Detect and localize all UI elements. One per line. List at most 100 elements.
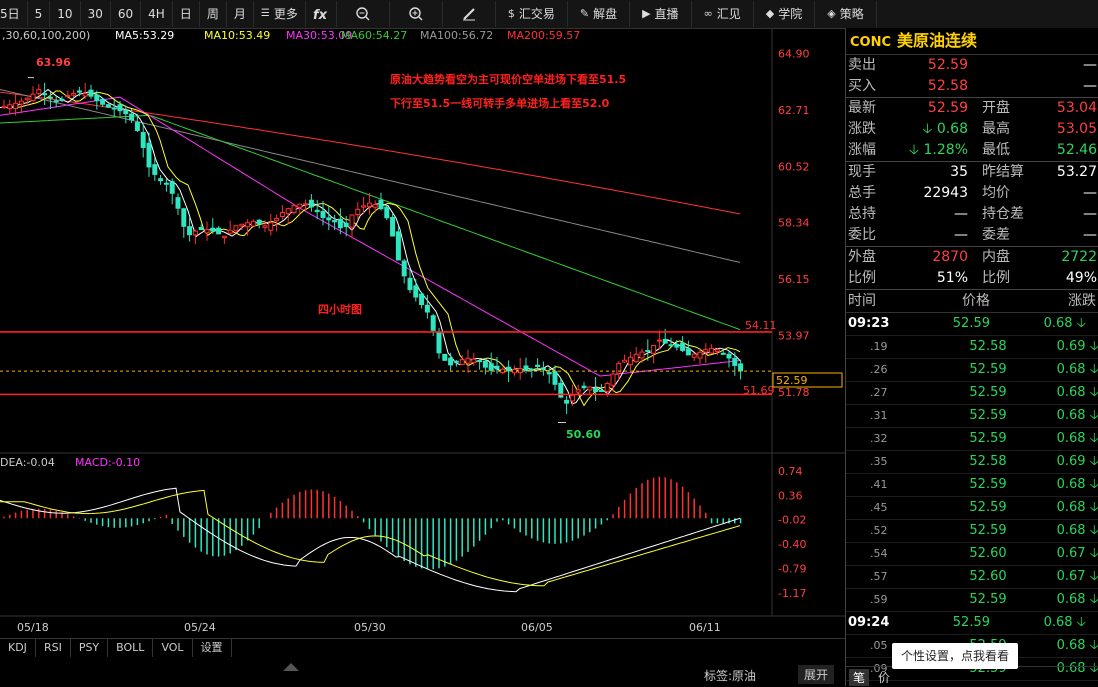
candle-body bbox=[71, 92, 77, 96]
toolbar-10min-button[interactable]: 10 bbox=[50, 1, 81, 27]
ticks-list[interactable]: 09:23 52.59 0.68 🡣 .19 52.58 0.69 🡣 .26 52.59 0.… bbox=[846, 313, 1098, 681]
toolbar-label: 汇见 bbox=[716, 7, 741, 21]
settings-tooltip[interactable]: 个性设置，点我看看 bbox=[892, 643, 1018, 669]
kline-chart[interactable]: 64.90 62.71 60.52 58.34 56.15 53.97 51.78 0.74 0… bbox=[0, 28, 845, 638]
tab-vol[interactable]: VOL bbox=[153, 639, 193, 657]
tick-row: .52 52.59 0.68 🡣 bbox=[846, 520, 1098, 543]
toolbar-30min-button[interactable]: 30 bbox=[81, 1, 111, 27]
quote-value: 22943 bbox=[923, 185, 968, 201]
toolbar-label: 60 bbox=[117, 7, 134, 21]
annotation-line1: 原油大趋势看空为主可现价空单进场下看至51.5 bbox=[390, 72, 626, 86]
down-arrow-icon: 🡣 bbox=[909, 142, 920, 158]
tab-设置[interactable]: 设置 bbox=[193, 639, 232, 657]
toolbar-day-button[interactable]: 日 bbox=[173, 1, 200, 27]
tab-price[interactable]: 价 bbox=[878, 669, 890, 686]
expand-button[interactable]: 展开 bbox=[798, 665, 835, 684]
candle-body bbox=[575, 389, 581, 393]
candle-body bbox=[587, 386, 593, 391]
down-arrow-icon: 🡣 bbox=[1089, 385, 1098, 400]
toolbar-more-button[interactable]: ☰ 更多 bbox=[254, 1, 306, 27]
ticks-header-price: 价格 bbox=[962, 293, 990, 309]
candle-body bbox=[308, 199, 314, 208]
quote-value2: 53.27 bbox=[1056, 164, 1097, 180]
candle-body bbox=[291, 205, 297, 213]
candle-body bbox=[76, 90, 82, 93]
tick-row: .31 52.59 0.68 🡣 bbox=[846, 405, 1098, 428]
annotation-low: 50.60 bbox=[566, 428, 601, 441]
candle-body bbox=[529, 368, 535, 371]
candle-body bbox=[651, 344, 657, 355]
candle-body bbox=[465, 357, 471, 364]
quote-row: 涨幅 🡣 1.28% 最低 52.46 bbox=[846, 140, 1098, 162]
quote-value: — bbox=[954, 227, 968, 243]
candle-body bbox=[598, 389, 604, 392]
candle-body bbox=[262, 225, 268, 228]
quote-key2: 委差 bbox=[982, 227, 1010, 243]
quote-key: 现手 bbox=[848, 164, 876, 180]
down-arrow-icon: 🡣 bbox=[1089, 339, 1098, 354]
candle-body bbox=[413, 285, 419, 298]
toolbar-label: 4H bbox=[148, 7, 165, 21]
toolbar-analysis-button[interactable]: ✎ 解盘 bbox=[568, 1, 631, 27]
toolbar-week-button[interactable]: 周 bbox=[200, 1, 227, 27]
pen-icon[interactable] bbox=[443, 1, 496, 27]
tick-change: 0.69 🡣 bbox=[1056, 454, 1098, 469]
tick-price: 52.59 bbox=[952, 316, 990, 331]
chart-area[interactable]: 64.90 62.71 60.52 58.34 56.15 53.97 51.78 0.74 0… bbox=[0, 28, 845, 678]
tick-row: 09:23 52.59 0.68 🡣 bbox=[846, 313, 1098, 336]
bottom-bar: 标签:原油 展开 bbox=[0, 663, 845, 686]
toolbar-60min-button[interactable]: 60 bbox=[111, 1, 142, 27]
down-arrow-icon: 🡣 bbox=[1089, 569, 1098, 584]
down-arrow-icon: 🡣 bbox=[1076, 615, 1086, 630]
quote-panel: CONC 美原油连续 卖出 52.59 — 买入 52.58 — 最新 52.59 开盘 53.04… bbox=[845, 28, 1098, 686]
trade-icon: $ bbox=[507, 7, 515, 20]
candle-body bbox=[691, 353, 697, 358]
tab-psy[interactable]: PSY bbox=[71, 639, 109, 657]
fx-icon[interactable]: fx bbox=[306, 1, 337, 27]
legend-macd: MACD:-0.10 bbox=[75, 456, 140, 469]
quote-row: 委比 — 委差 — bbox=[846, 225, 1098, 247]
candle-body bbox=[738, 363, 744, 372]
toolbar-live-button[interactable]: ▶ 直播 bbox=[630, 1, 692, 27]
candle-body bbox=[459, 359, 465, 365]
toolbar-strategy-button[interactable]: ◈ 策略 bbox=[815, 1, 877, 27]
tab-ticks[interactable]: 笔 bbox=[849, 669, 870, 686]
quote-row: 外盘 2870 内盘 2722 bbox=[846, 247, 1098, 268]
live-icon: ▶ bbox=[642, 7, 651, 20]
zoom-in-icon[interactable] bbox=[390, 1, 443, 27]
date-tick-label: 05/18 bbox=[17, 621, 49, 634]
tick-row: .54 52.60 0.67 🡣 bbox=[846, 543, 1098, 566]
candle-body bbox=[581, 385, 587, 389]
candle-body bbox=[297, 203, 303, 208]
ticks-tabs: 笔 价 bbox=[846, 666, 1098, 687]
quote-row: 比例 51% 比例 49% bbox=[846, 268, 1098, 289]
tab-rsi[interactable]: RSI bbox=[36, 639, 71, 657]
candle-body bbox=[627, 356, 633, 366]
toolbar-month-button[interactable]: 月 bbox=[227, 1, 254, 27]
tab-boll[interactable]: BOLL bbox=[108, 639, 154, 657]
tab-kdj[interactable]: KDJ bbox=[0, 639, 36, 657]
toolbar-view-button[interactable]: ∞ 汇见 bbox=[692, 1, 754, 27]
down-arrow-icon: 🡣 bbox=[1089, 546, 1098, 561]
quote-key: 总手 bbox=[848, 185, 876, 201]
zoom-out-icon[interactable] bbox=[337, 1, 390, 27]
candle-body bbox=[65, 95, 71, 98]
legend-params: ,30,60,100,200) bbox=[2, 29, 90, 42]
candle-body bbox=[645, 349, 651, 352]
toolbar-5day-button[interactable]: 5日 bbox=[0, 1, 28, 27]
level-bottom-label: 51.69 bbox=[743, 384, 775, 397]
toolbar-4h-button[interactable]: 4H bbox=[141, 1, 173, 27]
toolbar-academy-button[interactable]: ◆ 学院 bbox=[754, 1, 816, 27]
candle-body bbox=[18, 100, 24, 105]
candle-body bbox=[175, 197, 181, 209]
candle-body bbox=[384, 206, 390, 219]
toolbar-5min-button[interactable]: 5 bbox=[28, 1, 51, 27]
annotation-period: 四小时图 bbox=[318, 302, 362, 316]
candle-body bbox=[134, 121, 140, 131]
candle-body bbox=[564, 399, 570, 404]
candle-body bbox=[13, 102, 19, 110]
quote-key2: 最高 bbox=[982, 121, 1010, 137]
collapse-arrow-icon[interactable] bbox=[283, 660, 299, 671]
tick-price: 52.60 bbox=[969, 546, 1007, 561]
toolbar-trade-button[interactable]: $ 汇交易 bbox=[496, 1, 568, 27]
